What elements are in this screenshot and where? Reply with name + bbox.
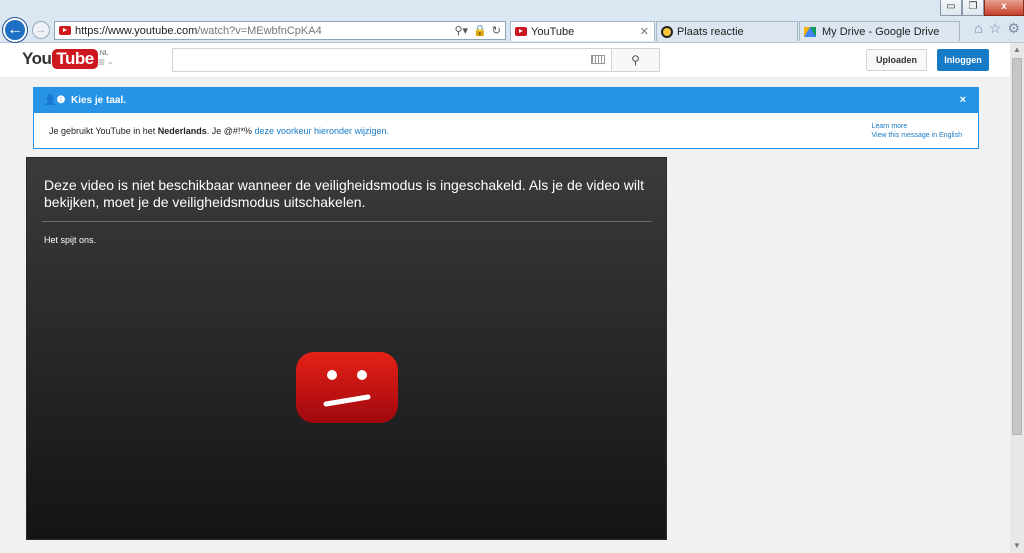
change-preference-link[interactable]: deze voorkeur hieronder wijzigen. [254, 126, 389, 136]
settings-gear-icon[interactable]: ⚙ [1007, 20, 1020, 37]
lock-icon[interactable]: 🔒 [473, 24, 487, 37]
scroll-thumb[interactable] [1012, 58, 1022, 435]
language-notice-title: Kies je taal. [71, 95, 127, 106]
favorites-star-icon[interactable]: ☆ [989, 20, 1002, 37]
video-player[interactable]: Deze video is niet beschikbaar wanneer d… [26, 157, 667, 540]
youtube-header: You Tube NL ≡ - ⚲ [0, 43, 1010, 78]
youtube-favicon-icon [59, 26, 71, 35]
scroll-up-icon[interactable]: ▲ [1010, 43, 1024, 57]
guide-menu-icon[interactable]: ≡ - [98, 55, 112, 69]
tab-google-drive[interactable]: My Drive - Google Drive [799, 21, 960, 41]
divider [42, 221, 652, 222]
player-error-message: Deze video is niet beschikbaar wanneer d… [44, 177, 645, 210]
home-icon[interactable]: ⌂ [974, 20, 982, 37]
youtube-logo[interactable]: You Tube NL [22, 49, 109, 69]
login-button[interactable]: Inloggen [937, 49, 989, 71]
address-url: https://www.youtube.com/watch?v=MEwbfnCp… [75, 24, 322, 37]
language-people-icon: 👤❶ [44, 95, 66, 106]
close-icon[interactable]: × [960, 94, 966, 106]
tab-youtube[interactable]: YouTube ✕ [510, 21, 655, 41]
player-error-subtext: Het spijt ons. [44, 235, 97, 245]
minimize-button[interactable]: ▭ [940, 0, 962, 16]
learn-more-link[interactable]: Learn more [871, 122, 962, 131]
sad-youtube-icon [296, 352, 398, 423]
language-notice-message: Je gebruikt YouTube in het Nederlands. J… [49, 126, 390, 136]
scroll-down-icon[interactable]: ▼ [1010, 539, 1024, 553]
window-controls: ▭ ❐ x [940, 0, 1024, 17]
search-dropdown-icon[interactable]: ⚲▾ [455, 24, 469, 37]
search-button[interactable]: ⚲ [611, 48, 660, 72]
youtube-favicon-icon [515, 27, 527, 36]
upload-button[interactable]: Uploaden [866, 49, 927, 71]
restore-button[interactable]: ❐ [962, 0, 984, 16]
language-notice: 👤❶ Kies je taal. × Je gebruikt YouTube i… [33, 87, 979, 149]
scrollbar[interactable]: ▲ ▼ [1010, 43, 1024, 553]
back-arrow-icon[interactable]: ← [3, 18, 27, 42]
browser-chrome: ▭ ❐ x ← → https://www.youtube.com/watch?… [0, 0, 1024, 43]
forward-arrow-icon[interactable]: → [32, 21, 50, 39]
tab-plaats-reactie[interactable]: Plaats reactie [656, 21, 798, 41]
google-drive-icon [804, 26, 816, 37]
search-icon: ⚲ [631, 53, 640, 67]
refresh-icon[interactable]: ↻ [492, 24, 501, 37]
search-input[interactable] [172, 48, 612, 72]
keyboard-icon[interactable] [591, 55, 605, 64]
address-bar[interactable]: https://www.youtube.com/watch?v=MEwbfnCp… [54, 21, 506, 40]
close-button[interactable]: x [984, 0, 1024, 16]
view-english-link[interactable]: View this message in English [871, 131, 962, 140]
close-tab-icon[interactable]: ✕ [640, 25, 649, 38]
site-favicon-icon [661, 25, 673, 38]
